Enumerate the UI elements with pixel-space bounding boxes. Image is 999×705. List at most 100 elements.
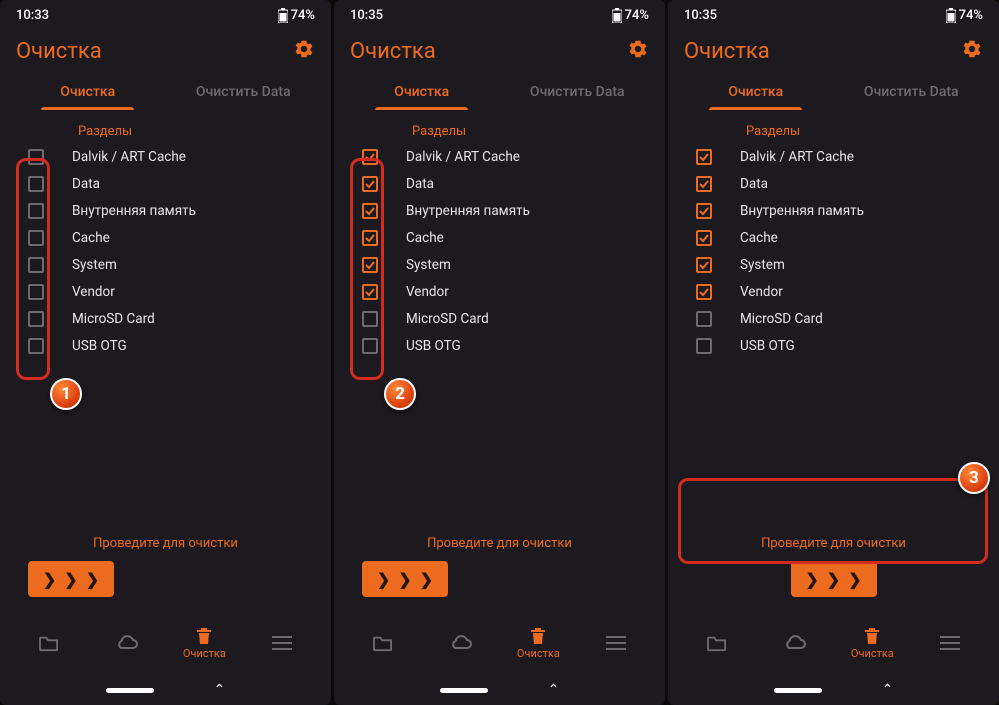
recent-apps-icon[interactable]: ⌃ <box>548 682 560 698</box>
nav-menu[interactable] <box>911 636 989 650</box>
menu-icon <box>272 636 292 650</box>
partition-item[interactable]: Dalvik / ART Cache <box>668 143 999 170</box>
partition-item[interactable]: USB OTG <box>0 332 331 359</box>
partition-item[interactable]: System <box>334 251 665 278</box>
partition-item[interactable]: Data <box>334 170 665 197</box>
nav-menu[interactable] <box>243 636 321 650</box>
checkbox[interactable] <box>362 311 378 327</box>
home-pill[interactable] <box>774 688 822 693</box>
recent-apps-icon[interactable]: ⌃ <box>214 682 226 698</box>
checkbox[interactable] <box>362 230 378 246</box>
partition-item[interactable]: Vendor <box>0 278 331 305</box>
partition-item[interactable]: USB OTG <box>668 332 999 359</box>
section-label: Разделы <box>668 110 999 143</box>
checkbox[interactable] <box>696 257 712 273</box>
partition-item[interactable]: Vendor <box>334 278 665 305</box>
checkbox[interactable] <box>696 284 712 300</box>
check-icon <box>698 151 710 163</box>
nav-files[interactable] <box>10 634 88 652</box>
checkbox[interactable] <box>28 311 44 327</box>
partition-item[interactable]: Dalvik / ART Cache <box>0 143 331 170</box>
partition-item[interactable]: USB OTG <box>334 332 665 359</box>
partition-item[interactable]: Cache <box>334 224 665 251</box>
nav-clean[interactable]: Очистка <box>166 627 244 660</box>
partition-item[interactable]: MicroSD Card <box>0 305 331 332</box>
partition-label: Внутренняя память <box>406 203 530 219</box>
checkbox[interactable] <box>696 203 712 219</box>
home-pill[interactable] <box>106 688 154 693</box>
partition-item[interactable]: Dalvik / ART Cache <box>334 143 665 170</box>
nav-files[interactable] <box>344 634 422 652</box>
battery-icon <box>612 8 622 23</box>
tab-clean-data[interactable]: Очистить Data <box>834 74 990 110</box>
checkbox[interactable] <box>362 176 378 192</box>
partition-label: Data <box>72 176 100 192</box>
partition-item[interactable]: MicroSD Card <box>334 305 665 332</box>
checkbox[interactable] <box>28 203 44 219</box>
checkbox[interactable] <box>28 230 44 246</box>
folder-icon <box>706 634 728 652</box>
partition-item[interactable]: System <box>0 251 331 278</box>
checkbox[interactable] <box>696 311 712 327</box>
checkbox[interactable] <box>696 149 712 165</box>
partition-label: System <box>72 257 117 273</box>
tab-clean[interactable]: Очистка <box>678 74 834 110</box>
nav-cloud[interactable] <box>88 634 166 652</box>
settings-button[interactable] <box>293 38 315 64</box>
checkbox[interactable] <box>362 284 378 300</box>
tabs: Очистка Очистить Data <box>668 74 999 110</box>
check-icon <box>364 259 376 271</box>
nav-clean[interactable]: Очистка <box>500 627 578 660</box>
checkbox[interactable] <box>362 338 378 354</box>
check-icon <box>364 286 376 298</box>
partition-label: Vendor <box>740 284 783 300</box>
nav-menu[interactable] <box>577 636 655 650</box>
swipe-button[interactable]: ❯❯❯ <box>791 561 877 597</box>
chevron-right-icon: ❯ <box>848 570 861 589</box>
checkbox[interactable] <box>28 284 44 300</box>
recent-apps-icon[interactable]: ⌃ <box>882 682 894 698</box>
partition-label: Cache <box>72 230 110 246</box>
checkbox[interactable] <box>28 149 44 165</box>
tab-clean-data[interactable]: Очистить Data <box>500 74 656 110</box>
swipe-button[interactable]: ❯❯❯ <box>28 561 114 597</box>
chevron-right-icon: ❯ <box>86 570 99 589</box>
home-pill[interactable] <box>440 688 488 693</box>
settings-button[interactable] <box>627 38 649 64</box>
checkbox[interactable] <box>28 338 44 354</box>
tab-clean[interactable]: Очистка <box>344 74 500 110</box>
partition-item[interactable]: System <box>668 251 999 278</box>
settings-button[interactable] <box>961 38 983 64</box>
partition-item[interactable]: Data <box>0 170 331 197</box>
check-icon <box>698 178 710 190</box>
partition-item[interactable]: MicroSD Card <box>668 305 999 332</box>
checkbox[interactable] <box>696 338 712 354</box>
checkbox[interactable] <box>362 257 378 273</box>
battery-percent: 74% <box>959 8 983 23</box>
swipe-button[interactable]: ❯❯❯ <box>362 561 448 597</box>
partition-item[interactable]: Внутренняя память <box>334 197 665 224</box>
partition-item[interactable]: Vendor <box>668 278 999 305</box>
nav-cloud[interactable] <box>422 634 500 652</box>
nav-files[interactable] <box>678 634 756 652</box>
tab-clean[interactable]: Очистка <box>10 74 166 110</box>
checkbox[interactable] <box>362 149 378 165</box>
tab-clean-data[interactable]: Очистить Data <box>166 74 322 110</box>
checkbox[interactable] <box>696 176 712 192</box>
checkbox[interactable] <box>28 176 44 192</box>
page-title: Очистка <box>684 39 770 64</box>
chevron-right-icon: ❯ <box>420 570 433 589</box>
status-bar: 10:35 74% <box>334 0 665 30</box>
checkbox[interactable] <box>28 257 44 273</box>
battery-icon <box>946 8 956 23</box>
partition-item[interactable]: Внутренняя память <box>0 197 331 224</box>
nav-cloud[interactable] <box>756 634 834 652</box>
checkbox[interactable] <box>696 230 712 246</box>
partition-item[interactable]: Cache <box>668 224 999 251</box>
partition-item[interactable]: Cache <box>0 224 331 251</box>
partition-label: MicroSD Card <box>406 311 489 327</box>
nav-clean[interactable]: Очистка <box>834 627 912 660</box>
partition-item[interactable]: Data <box>668 170 999 197</box>
checkbox[interactable] <box>362 203 378 219</box>
partition-item[interactable]: Внутренняя память <box>668 197 999 224</box>
